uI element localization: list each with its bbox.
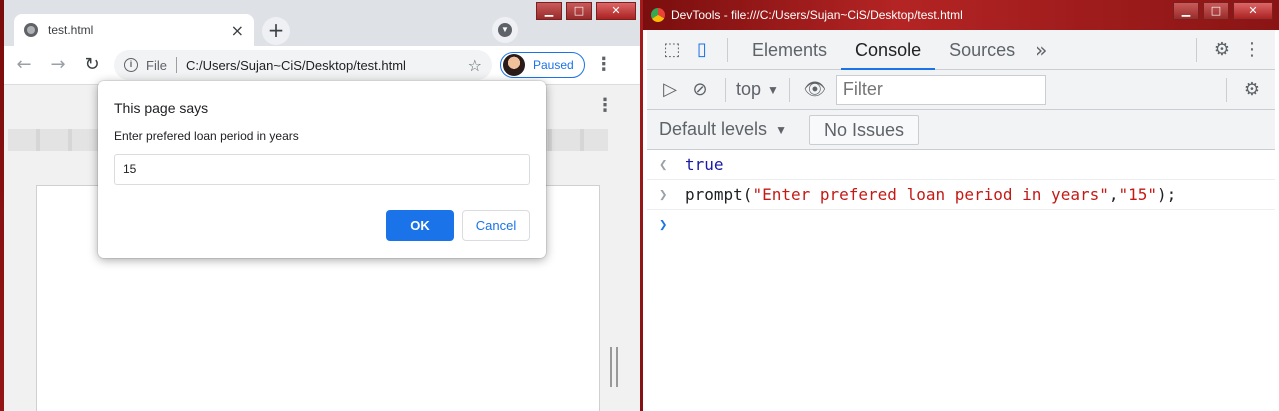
ok-button[interactable]: OK <box>386 210 454 241</box>
tab-title: test.html <box>48 23 94 37</box>
page-menu-icon[interactable]: ⋮ <box>596 95 614 116</box>
devtools-menu-icon[interactable]: ⋮ <box>1237 35 1267 65</box>
prompt-dialog: This page says Enter prefered loan perio… <box>98 81 546 258</box>
console-settings-gear-icon[interactable]: ⚙ <box>1237 75 1267 105</box>
divider <box>725 77 726 102</box>
scrollbar-handle[interactable] <box>610 347 618 387</box>
divider <box>727 37 728 62</box>
divider <box>1196 37 1197 62</box>
context-label: top <box>736 79 762 99</box>
command-arg-default: "15" <box>1118 185 1158 204</box>
console-filterbar: ▷ ⊘ top ▼ 👁 ⚙ <box>647 70 1275 110</box>
clear-console-icon[interactable]: ⊘ <box>685 75 715 105</box>
console-result-line: ❮ true <box>647 150 1275 180</box>
chrome-logo-icon <box>651 8 665 22</box>
chrome-menu-icon[interactable]: ⋮ <box>595 56 613 74</box>
show-sidebar-icon[interactable]: ▷ <box>655 75 685 105</box>
back-button[interactable]: ← <box>10 51 38 79</box>
more-tabs-icon[interactable]: » <box>1035 38 1047 62</box>
maximize-button[interactable]: □ <box>1203 2 1229 20</box>
cancel-button[interactable]: Cancel <box>462 210 530 241</box>
close-tab-icon[interactable]: × <box>231 21 244 40</box>
profile-status: Paused <box>533 58 574 72</box>
avatar <box>503 54 525 76</box>
browser-toolbar: ← → ↻ i File C:/Users/Sujan~CiS/Desktop/… <box>4 46 640 84</box>
address-bar[interactable]: i File C:/Users/Sujan~CiS/Desktop/test.h… <box>114 50 492 80</box>
input-arrow-icon: ❯ <box>659 186 668 203</box>
chevron-down-icon: ▼ <box>775 122 787 137</box>
url-scheme-label: File <box>146 57 167 73</box>
prompt-input[interactable]: 15 <box>114 154 530 185</box>
levels-label: Default levels <box>659 119 768 139</box>
tab-sources[interactable]: Sources <box>935 30 1029 70</box>
console-command-line: ❯ prompt("Enter prefered loan period in … <box>647 180 1275 210</box>
filter-input[interactable] <box>835 74 1046 105</box>
issues-button[interactable]: No Issues <box>808 114 919 145</box>
dialog-title: This page says <box>114 100 209 116</box>
reload-button[interactable]: ↻ <box>78 51 106 79</box>
chevron-down-icon: ▼ <box>498 23 512 37</box>
close-window-button[interactable]: ✕ <box>596 2 636 20</box>
tab-console[interactable]: Console <box>841 30 936 70</box>
gear-icon[interactable]: ⚙ <box>1207 35 1237 65</box>
prompt-caret-icon: ❯ <box>659 217 668 233</box>
browser-tab[interactable]: test.html × <box>14 14 254 46</box>
info-icon[interactable]: i <box>124 58 138 72</box>
chrome-window-controls: ▁ □ ✕ <box>536 2 636 20</box>
command-end: ); <box>1157 185 1177 204</box>
devtools-tabbar: ⬚ ▯ Elements Console Sources » ⚙ ⋮ <box>647 30 1275 70</box>
forward-button[interactable]: → <box>44 51 72 79</box>
minimize-button[interactable]: ▁ <box>536 2 562 20</box>
console-prompt-line[interactable]: ❯ <box>647 210 1275 240</box>
tab-search-button[interactable]: ▼ <box>492 17 518 43</box>
tab-elements[interactable]: Elements <box>738 30 841 70</box>
chrome-window: ▁ □ ✕ test.html × + ▼ ← → ↻ i File C:/Us… <box>4 0 640 411</box>
chevron-down-icon: ▼ <box>767 82 779 97</box>
live-expression-eye-icon[interactable]: 👁 <box>800 75 830 105</box>
close-window-button[interactable]: ✕ <box>1233 2 1273 20</box>
result-value: true <box>685 155 724 174</box>
globe-icon <box>24 23 38 37</box>
command-function: prompt( <box>685 185 753 204</box>
devtools-titlebar: DevTools - file:///C:/Users/Sujan~CiS/De… <box>643 0 1279 30</box>
divider <box>1226 77 1227 102</box>
dialog-message: Enter prefered loan period in years <box>114 129 299 143</box>
url-text[interactable]: C:/Users/Sujan~CiS/Desktop/test.html <box>186 58 468 73</box>
devtools-window-title: DevTools - file:///C:/Users/Sujan~CiS/De… <box>671 8 963 22</box>
context-selector[interactable]: top ▼ <box>736 79 779 100</box>
command-comma: , <box>1108 185 1119 204</box>
maximize-button[interactable]: □ <box>566 2 592 20</box>
minimize-button[interactable]: ▁ <box>1173 2 1199 20</box>
new-tab-button[interactable]: + <box>262 17 290 45</box>
profile-button[interactable]: Paused <box>500 52 585 78</box>
bookmark-star-icon[interactable]: ☆ <box>468 56 482 75</box>
result-arrow-icon: ❮ <box>659 156 668 173</box>
omnibox-divider <box>175 57 177 73</box>
device-toolbar-icon[interactable]: ▯ <box>687 35 717 65</box>
divider <box>788 77 790 102</box>
console-levelsbar: Default levels ▼ No Issues <box>647 110 1275 150</box>
console-output[interactable]: ❮ true ❯ prompt("Enter prefered loan per… <box>647 150 1275 411</box>
log-levels-dropdown[interactable]: Default levels ▼ <box>659 119 787 140</box>
devtools-window-controls: ▁ □ ✕ <box>1173 2 1273 20</box>
devtools-window: DevTools - file:///C:/Users/Sujan~CiS/De… <box>643 0 1279 411</box>
command-arg-message: "Enter prefered loan period in years" <box>752 185 1109 204</box>
inspect-element-icon[interactable]: ⬚ <box>657 35 687 65</box>
